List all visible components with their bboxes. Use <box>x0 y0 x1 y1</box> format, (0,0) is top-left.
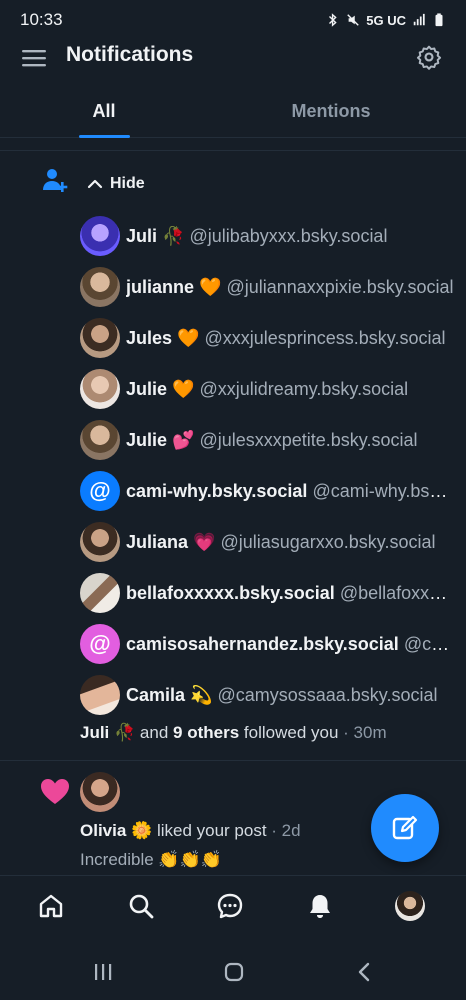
follower-handle: @cami-why.bsky.social <box>312 480 454 501</box>
nav-search[interactable] <box>126 891 156 921</box>
follower-row[interactable]: julianne 🧡 @juliannaxxpixie.bsky.social <box>80 266 454 308</box>
avatar[interactable] <box>80 369 120 409</box>
profile-avatar <box>395 891 425 921</box>
follower-handle: @camisosahernandez.bsky.social <box>403 633 454 654</box>
follower-handle: @juliasugarxxo.bsky.social <box>220 531 436 552</box>
chevron-up-icon <box>87 179 103 189</box>
nav-chat[interactable] <box>215 891 245 921</box>
like-time: · 2d <box>271 821 301 840</box>
follower-handle: @xxxjulesprincess.bsky.social <box>204 327 446 348</box>
avatar[interactable] <box>80 675 120 715</box>
status-time: 10:33 <box>20 10 63 29</box>
mute-icon <box>347 14 360 26</box>
signal-icon <box>413 13 425 26</box>
follower-row[interactable]: Julie 🧡 @xxjulidreamy.bsky.social <box>80 368 454 410</box>
network-label: 5G UC <box>366 12 406 28</box>
status-icons: 5G UC <box>326 13 446 28</box>
bluetooth-icon <box>329 13 337 27</box>
follower-name: Juli 🥀 <box>126 225 185 246</box>
like-summary[interactable]: Olivia 🌼 liked your post · 2d <box>80 821 301 841</box>
follower-row[interactable]: bellafoxxxxx.bsky.social @bellafoxxxxx.b… <box>80 572 454 614</box>
menu-icon[interactable] <box>22 48 46 68</box>
follow-summary: Juli 🥀 and 9 others followed you · 30m <box>80 723 387 743</box>
back-icon[interactable] <box>353 960 377 984</box>
follower-handle: @julesxxxpetite.bsky.social <box>199 429 418 450</box>
hide-followers-toggle[interactable]: Hide <box>86 175 145 193</box>
avatar[interactable]: @ <box>80 471 120 511</box>
bell-icon <box>310 895 330 918</box>
home-icon <box>39 894 63 918</box>
avatar[interactable] <box>80 267 120 307</box>
follower-name: cami-why.bsky.social <box>126 480 308 501</box>
follower-handle: @xxjulidreamy.bsky.social <box>199 378 409 399</box>
summary-others: 9 others <box>173 723 240 742</box>
post-snippet[interactable]: Incredible 👏👏👏 <box>80 850 222 870</box>
person-add-icon <box>43 169 68 192</box>
follower-name: Julie 💕 <box>126 429 195 450</box>
system-nav-bar <box>0 940 466 1000</box>
follower-name: bellafoxxxxx.bsky.social <box>126 582 335 603</box>
follower-row[interactable]: @ cami-why.bsky.social @cami-why.bsky.so… <box>80 470 454 512</box>
nav-home[interactable] <box>36 891 66 921</box>
bottom-nav <box>0 875 466 940</box>
like-action: liked your post <box>156 821 267 840</box>
nav-notifications[interactable] <box>305 891 335 921</box>
follower-name: camisosahernandez.bsky.social <box>126 633 399 654</box>
follower-name: Camila 💫 <box>126 684 213 705</box>
tab-all[interactable]: All <box>0 84 208 138</box>
follower-handle: @bellafoxxxxx.bsky.social <box>339 582 454 603</box>
follower-name: julianne 🧡 <box>126 276 222 297</box>
avatar[interactable] <box>80 420 120 460</box>
notification-tabs: All Mentions <box>0 84 466 138</box>
follower-handle: @camysossaaa.bsky.social <box>217 684 438 705</box>
follower-name: Jules 🧡 <box>126 327 200 348</box>
summary-time: · 30m <box>343 723 387 742</box>
follower-row[interactable]: Juliana 💗 @juliasugarxxo.bsky.social <box>80 521 454 563</box>
recent-apps-icon[interactable] <box>91 960 115 984</box>
settings-gear-icon[interactable] <box>416 44 442 70</box>
follower-handle: @julibabyxxx.bsky.social <box>189 225 388 246</box>
follower-name: Juliana 💗 <box>126 531 216 552</box>
hide-label: Hide <box>110 175 145 192</box>
page-title: Notifications <box>66 43 194 66</box>
follower-row[interactable]: Jules 🧡 @xxxjulesprincess.bsky.social <box>80 317 454 359</box>
follower-row[interactable]: @ camisosahernandez.bsky.social @camisos… <box>80 623 454 665</box>
avatar[interactable]: @ <box>80 624 120 664</box>
summary-and: and <box>139 723 169 742</box>
avatar[interactable] <box>80 318 120 358</box>
follower-row[interactable]: Camila 💫 @camysossaaa.bsky.social <box>80 674 454 716</box>
follower-row[interactable]: Juli 🥀 @julibabyxxx.bsky.social <box>80 215 454 257</box>
active-tab-indicator <box>79 135 130 138</box>
heart-icon <box>41 779 69 804</box>
summary-action: followed you <box>243 723 339 742</box>
compose-icon <box>392 815 418 840</box>
chat-icon <box>217 893 243 919</box>
tab-mentions[interactable]: Mentions <box>233 84 429 138</box>
status-bar: 10:33 5G UC <box>0 0 466 40</box>
divider <box>0 150 466 151</box>
follower-row[interactable]: Julie 💕 @julesxxxpetite.bsky.social <box>80 419 454 461</box>
divider <box>0 760 466 761</box>
compose-button[interactable] <box>371 794 439 862</box>
avatar[interactable] <box>80 216 120 256</box>
top-bar: Notifications <box>0 40 466 74</box>
avatar[interactable] <box>80 772 120 812</box>
avatar[interactable] <box>80 522 120 562</box>
search-icon <box>129 894 154 919</box>
liker-name: Olivia 🌼 <box>80 821 153 840</box>
home-button-icon[interactable] <box>222 960 246 984</box>
battery-icon <box>435 13 443 27</box>
avatar[interactable] <box>80 573 120 613</box>
summary-first-name: Juli 🥀 <box>80 723 136 742</box>
nav-profile[interactable] <box>395 891 425 921</box>
follower-handle: @juliannaxxpixie.bsky.social <box>226 276 454 297</box>
follower-name: Julie 🧡 <box>126 378 195 399</box>
